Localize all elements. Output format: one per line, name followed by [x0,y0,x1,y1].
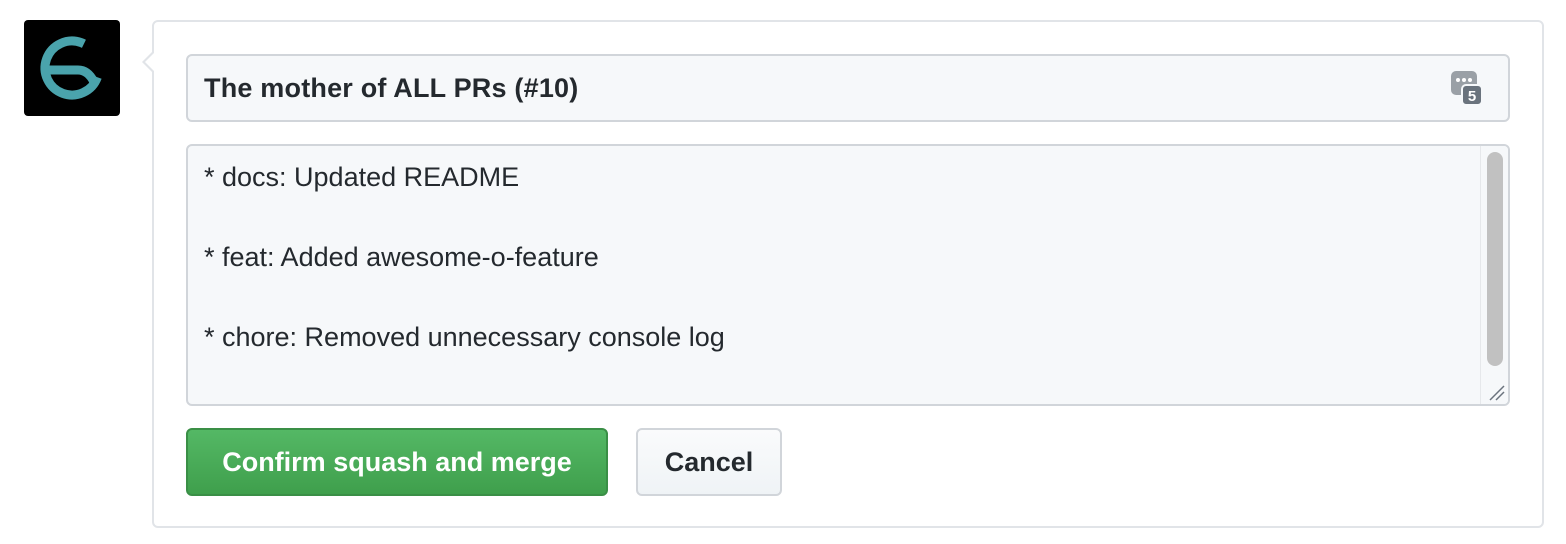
merge-form-panel: The mother of ALL PRs (#10) 5 * docs: Up… [142,20,1544,528]
resize-handle-icon[interactable] [1480,376,1508,404]
cancel-button[interactable]: Cancel [636,428,782,496]
commit-message-textarea[interactable]: * docs: Updated README * feat: Added awe… [186,144,1510,406]
avatar[interactable] [24,20,120,116]
textarea-scrollbar[interactable] [1480,146,1508,404]
commit-message-line: * feat: Added awesome-o-feature [204,242,599,272]
refresh-circle-logo-icon [40,36,104,100]
scrollbar-thumb[interactable] [1487,152,1503,366]
badge-count: 5 [1468,88,1476,105]
commit-message-line: * docs: Updated README [204,162,520,192]
password-manager-icon[interactable]: 5 [1450,69,1484,107]
commit-title-text: The mother of ALL PRs (#10) [204,72,579,103]
commit-title-input[interactable]: The mother of ALL PRs (#10) 5 [186,54,1510,122]
confirm-squash-merge-button[interactable]: Confirm squash and merge [186,428,608,496]
commit-message-line: * chore: Removed unnecessary console log [204,322,725,352]
